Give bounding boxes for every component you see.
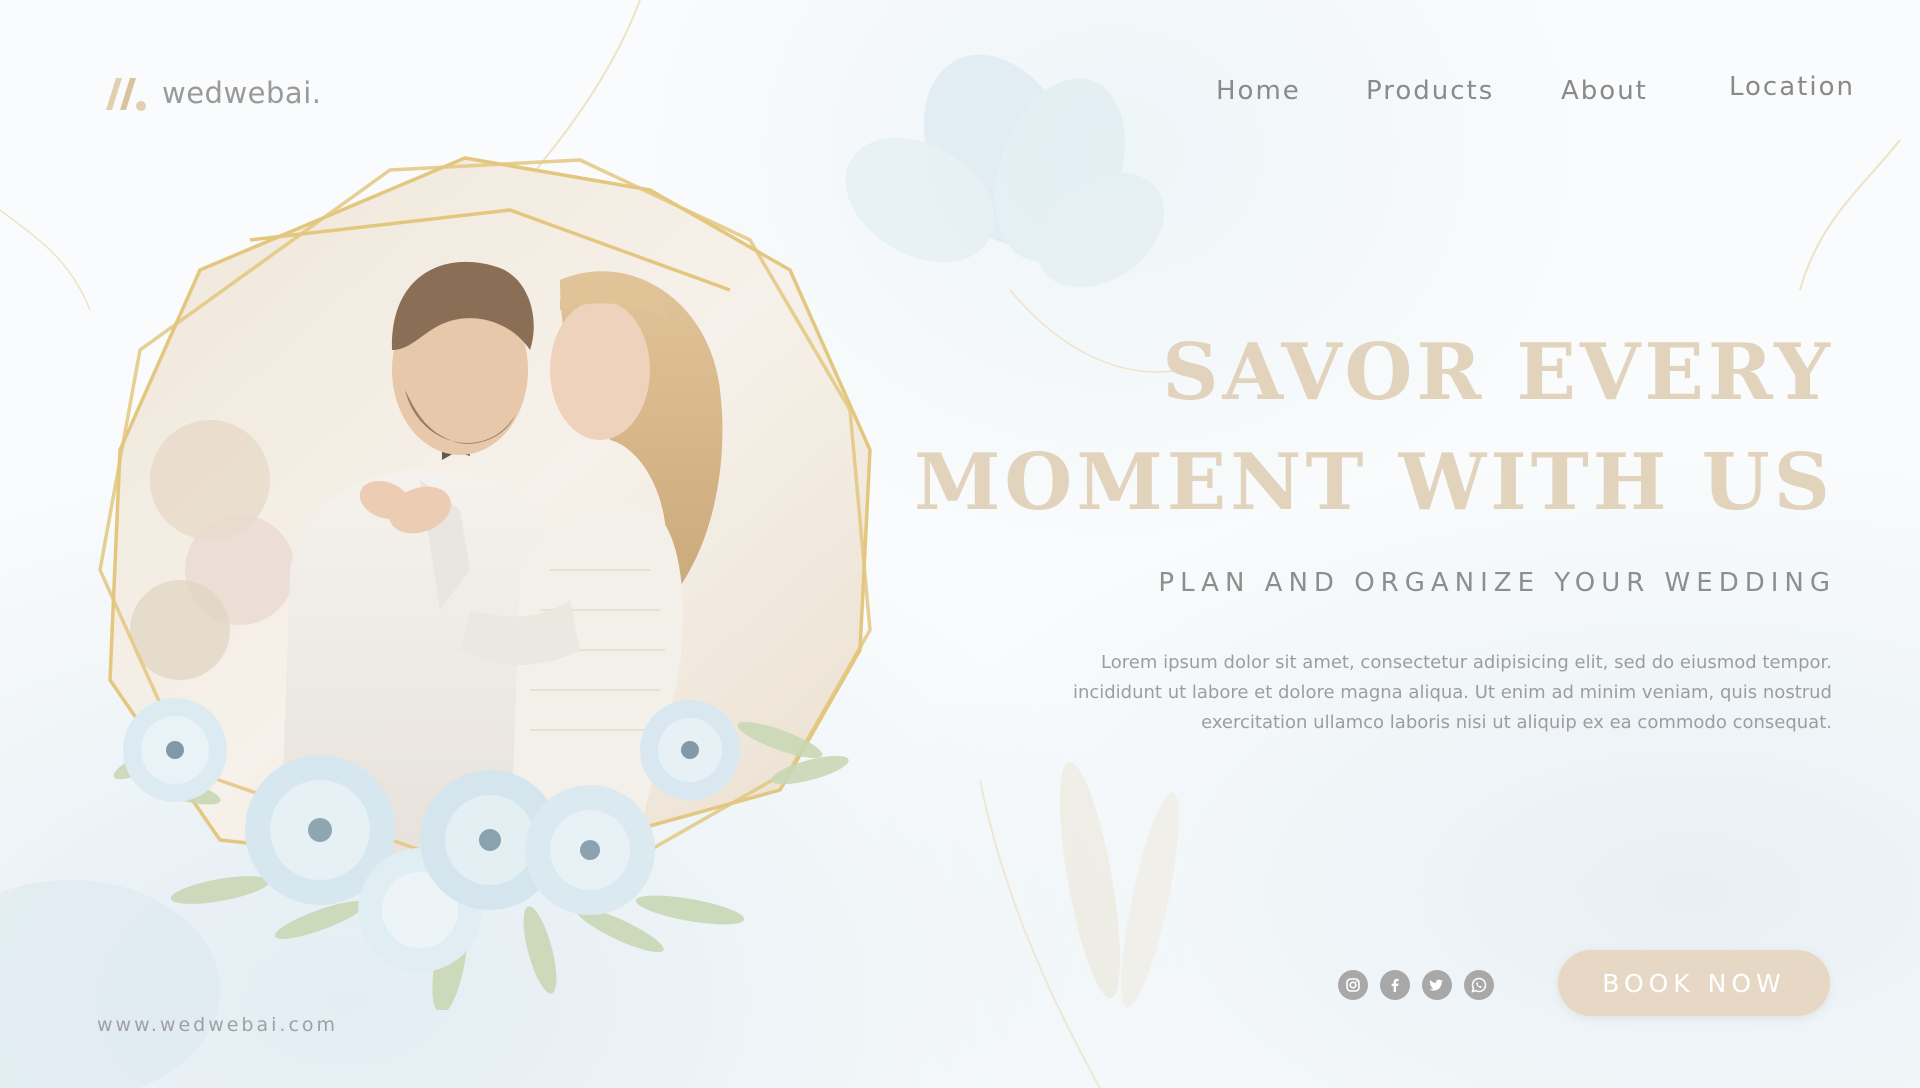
hero-headline-line2: MOMENT WITH US [914,437,1834,528]
hero-headline: SAVOR EVERY MOMENT WITH US [914,318,1834,538]
hero-description-line1: Lorem ipsum dolor sit amet, consectetur … [1101,652,1832,673]
hero-headline-line1: SAVOR EVERY [1162,327,1834,418]
website-url[interactable]: www.wedwebai.com [97,1014,338,1036]
main-nav: Home Products About Location [1180,72,1870,116]
nav-location[interactable]: Location [1729,72,1855,102]
instagram-icon[interactable] [1338,970,1368,1000]
hero-description-line3: exercitation ullamco laboris nisi ut ali… [1201,712,1832,733]
brand-logo[interactable]: wedwebai. [100,68,321,118]
hero-description: Lorem ipsum dolor sit amet, consectetur … [1012,648,1832,738]
whatsapp-icon[interactable] [1464,970,1494,1000]
social-links [1338,970,1494,1000]
brand-name: wedwebai. [162,76,322,110]
twitter-icon[interactable] [1422,970,1452,1000]
logo-mark-icon [106,78,146,111]
hero-subheadline: PLAN AND ORGANIZE YOUR WEDDING [1158,568,1836,598]
facebook-icon[interactable] [1380,970,1410,1000]
book-now-button[interactable]: BOOK NOW [1558,950,1830,1016]
couple-photo-illustration [98,156,872,1015]
nav-about[interactable]: About [1561,76,1648,106]
couple-photo-frame [90,150,920,1015]
nav-home[interactable]: Home [1216,76,1301,106]
hero-description-line2: incididunt ut labore et dolore magna ali… [1072,682,1832,703]
nav-products[interactable]: Products [1366,76,1494,106]
